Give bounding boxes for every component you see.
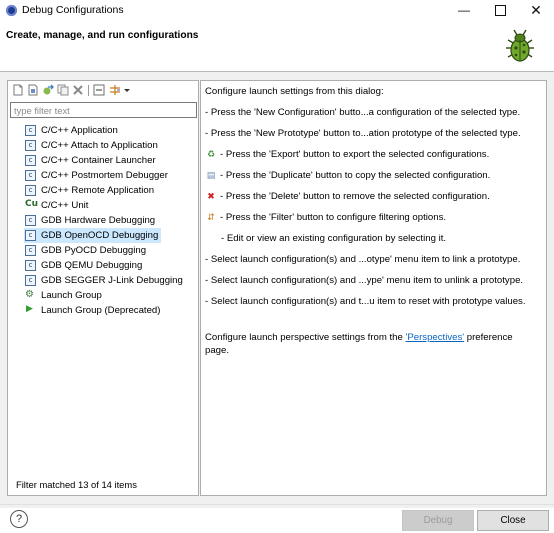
eclipse-icon <box>6 5 17 16</box>
new-prototype-icon[interactable] <box>27 84 39 96</box>
c-icon: c <box>25 260 36 271</box>
tree-item-label: GDB OpenOCD Debugging <box>41 230 159 241</box>
dropdown-icon[interactable] <box>123 84 131 96</box>
filter-status: Filter matched 13 of 14 items <box>16 479 137 490</box>
filter-icon: ⇵ <box>207 213 215 223</box>
launch-group-icon: ⚙ <box>25 289 34 300</box>
c-icon: c <box>25 185 36 196</box>
c-icon: c <box>25 155 36 166</box>
instructions-intro: Configure launch settings from this dial… <box>205 86 384 97</box>
tree-item-cpp-postmortem[interactable]: c C/C++ Postmortem Debugger <box>24 168 171 183</box>
tree-item-launch-group-deprecated[interactable]: ▶ Launch Group (Deprecated) <box>24 303 163 318</box>
instruction-text: - Press the 'Filter' button to configure… <box>220 212 447 223</box>
filter-icon[interactable] <box>109 84 121 96</box>
instruction-duplicate: ▤ - Press the 'Duplicate' button to copy … <box>205 170 491 181</box>
c-icon: c <box>25 230 36 241</box>
instruction-text: - Press the 'Delete' button to remove th… <box>220 191 490 202</box>
help-button[interactable]: ? <box>10 510 28 528</box>
instruction-unlink-prototype: - Select launch configuration(s) and ...… <box>205 275 524 286</box>
tree-item-label: C/C++ Application <box>41 125 118 136</box>
perspective-suffix: preference <box>464 332 513 343</box>
instruction-text: - Press the 'Duplicate' button to copy t… <box>220 170 491 181</box>
perspectives-link[interactable]: 'Perspectives' <box>406 332 465 343</box>
window-titlebar: Debug Configurations — ✕ <box>0 0 554 22</box>
tree-item-gdb-segger[interactable]: c GDB SEGGER J-Link Debugging <box>24 273 186 288</box>
minimize-button[interactable]: — <box>446 0 482 22</box>
window-title: Debug Configurations <box>22 4 124 16</box>
dialog-heading: Create, manage, and run configurations <box>6 30 199 41</box>
debug-button[interactable]: Debug <box>402 510 474 531</box>
tree-item-label: C/C++ Remote Application <box>41 185 155 196</box>
instruction-export: ♻ - Press the 'Export' button to export t… <box>205 149 489 160</box>
instruction-filter: ⇵ - Press the 'Filter' button to configur… <box>205 212 446 223</box>
tree-item-cpp-application[interactable]: c C/C++ Application <box>24 123 121 138</box>
tree-item-gdb-openocd[interactable]: c GDB OpenOCD Debugging <box>24 228 162 243</box>
close-window-button[interactable]: ✕ <box>518 0 554 22</box>
tree-item-label: GDB QEMU Debugging <box>41 260 143 271</box>
dialog-header: Create, manage, and run configurations <box>0 22 554 71</box>
tree-item-cpp-remote[interactable]: c C/C++ Remote Application <box>24 183 157 198</box>
tree-item-gdb-qemu[interactable]: c GDB QEMU Debugging <box>24 258 145 273</box>
perspective-prefix: Configure launch perspective settings fr… <box>205 332 406 343</box>
duplicate-icon: ▤ <box>206 171 216 181</box>
tree-item-cpp-container[interactable]: c C/C++ Container Launcher <box>24 153 159 168</box>
c-icon: c <box>25 170 36 181</box>
export-icon: ♻ <box>206 150 216 160</box>
tree-item-gdb-pyocd[interactable]: c GDB PyOCD Debugging <box>24 243 149 258</box>
tree-item-label: GDB SEGGER J-Link Debugging <box>41 275 183 286</box>
delete-icon[interactable] <box>72 84 84 96</box>
footer-divider <box>0 504 554 505</box>
configuration-list-panel: c C/C++ Application c C/C++ Attach to Ap… <box>7 80 199 496</box>
tree-item-label: GDB Hardware Debugging <box>41 215 156 226</box>
tree-item-launch-group[interactable]: ⚙ Launch Group <box>24 288 105 303</box>
instructions-panel: Configure launch settings from this dial… <box>200 80 547 496</box>
cu-icon: Cu <box>25 199 39 209</box>
export-icon[interactable] <box>42 84 54 96</box>
instruction-delete: ✖ - Press the 'Delete' button to remove t… <box>205 191 490 202</box>
play-icon: ▶ <box>26 304 33 314</box>
new-configuration-icon[interactable] <box>12 84 24 96</box>
perspective-text-line2: page. <box>205 345 230 356</box>
c-icon: c <box>25 215 36 226</box>
tree-item-label: Launch Group <box>41 290 102 301</box>
c-icon: c <box>25 125 36 136</box>
c-icon: c <box>25 245 36 256</box>
tree-item-gdb-hardware[interactable]: c GDB Hardware Debugging <box>24 213 158 228</box>
bug-icon <box>506 29 534 62</box>
instruction-new-prototype: - Press the 'New Prototype' button to...… <box>205 128 521 139</box>
tree-item-cpp-unit[interactable]: Cu C/C++ Unit <box>24 198 91 213</box>
filter-input[interactable] <box>10 102 197 118</box>
maximize-button[interactable] <box>482 0 518 22</box>
instruction-text: - Press the 'Export' button to export th… <box>220 149 490 160</box>
toolbar-separator <box>88 85 89 96</box>
c-icon: c <box>25 275 36 286</box>
tree-item-label: C/C++ Unit <box>41 200 89 211</box>
instruction-new-configuration: - Press the 'New Configuration' butto...… <box>205 107 521 118</box>
instruction-reset-prototype: - Select launch configuration(s) and t..… <box>205 296 526 307</box>
tree-item-label: C/C++ Postmortem Debugger <box>41 170 168 181</box>
delete-icon: ✖ <box>207 192 215 202</box>
tree-item-label: Launch Group (Deprecated) <box>41 305 161 316</box>
duplicate-icon[interactable] <box>57 84 69 96</box>
tree-item-cpp-attach[interactable]: c C/C++ Attach to Application <box>24 138 161 153</box>
tree-item-label: C/C++ Container Launcher <box>41 155 156 166</box>
tree-item-label: GDB PyOCD Debugging <box>41 245 147 256</box>
tree-item-label: C/C++ Attach to Application <box>41 140 158 151</box>
perspective-text: Configure launch perspective settings fr… <box>205 332 513 343</box>
maximize-icon <box>494 5 506 16</box>
c-icon: c <box>25 140 36 151</box>
instruction-link-prototype: - Select launch configuration(s) and ...… <box>205 254 521 265</box>
instruction-edit: - Edit or view an existing configuration… <box>221 233 447 244</box>
close-button[interactable]: Close <box>477 510 549 531</box>
collapse-all-icon[interactable] <box>93 84 105 96</box>
